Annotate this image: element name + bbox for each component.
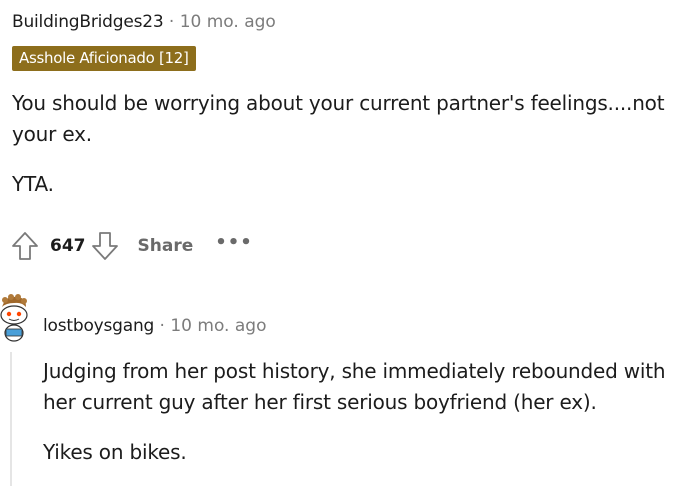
comment-paragraph: YTA. bbox=[12, 172, 54, 196]
downvote-icon[interactable] bbox=[88, 228, 122, 264]
vote-score: 647 bbox=[50, 236, 86, 256]
snoo-avatar-icon[interactable] bbox=[0, 293, 32, 345]
comment-username[interactable]: BuildingBridges23 bbox=[12, 12, 164, 32]
comment-actions: 647 Share ••• bbox=[8, 228, 253, 264]
meta-separator: · bbox=[168, 12, 175, 32]
reply-meta: lostboysgang · 10 mo. ago bbox=[43, 314, 266, 338]
reply-timestamp[interactable]: 10 mo. ago bbox=[170, 316, 266, 336]
reply-body: Judging from her post history, she immed… bbox=[43, 356, 698, 487]
comment-paragraph: You should be worrying about your curren… bbox=[12, 91, 665, 146]
user-flair: Asshole Aficionado [12] bbox=[12, 46, 196, 71]
reply-username[interactable]: lostboysgang bbox=[43, 316, 154, 336]
upvote-icon[interactable] bbox=[8, 228, 42, 264]
reply-paragraph: Judging from her post history, she immed… bbox=[43, 359, 666, 414]
comment-meta: BuildingBridges23 · 10 mo. ago bbox=[12, 10, 276, 34]
meta-separator: · bbox=[159, 316, 165, 336]
more-options-button[interactable]: ••• bbox=[215, 232, 253, 253]
thread-line[interactable] bbox=[10, 352, 12, 486]
share-button[interactable]: Share bbox=[138, 236, 194, 256]
comment-timestamp[interactable]: 10 mo. ago bbox=[180, 12, 276, 32]
reply-paragraph: Yikes on bikes. bbox=[43, 440, 187, 464]
comment-body: You should be worrying about your curren… bbox=[12, 88, 692, 219]
